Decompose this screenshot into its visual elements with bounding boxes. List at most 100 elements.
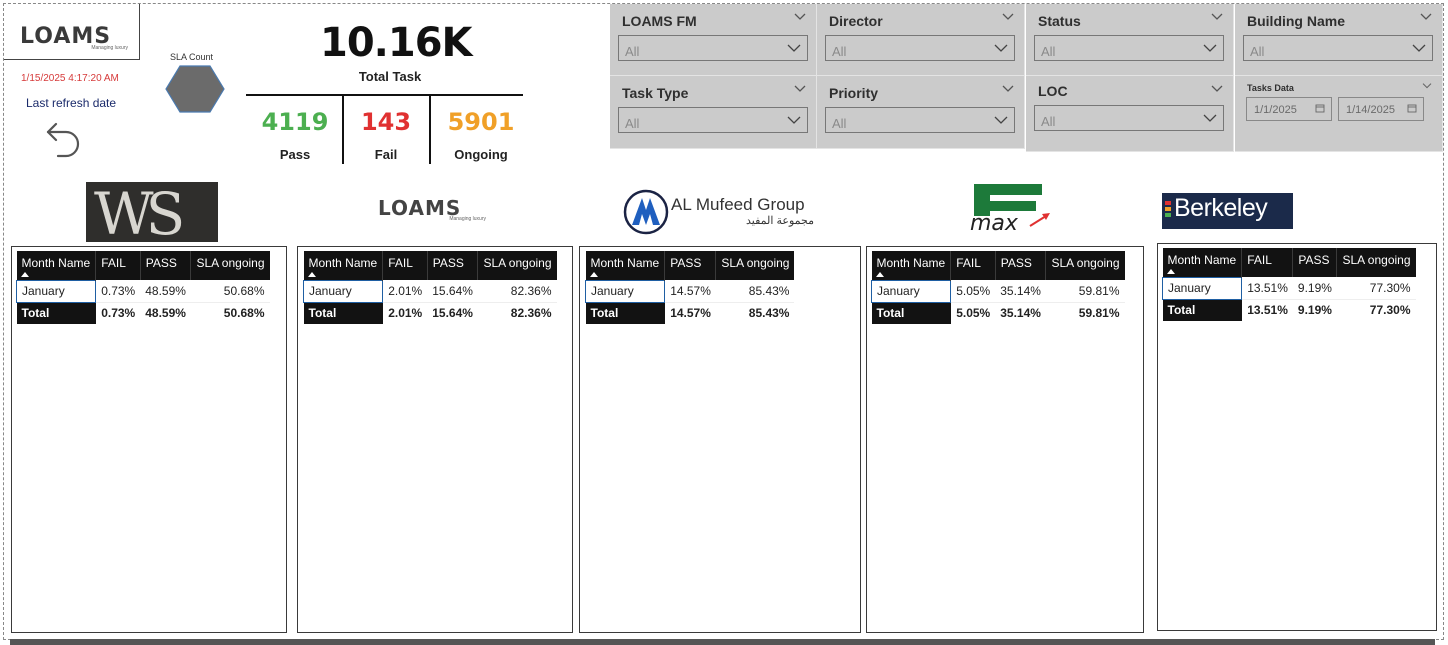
total-pass: 15.64% [432,306,473,321]
col-header-sla-ongoing[interactable]: SLA ongoing [190,251,270,280]
slicer-dropdown[interactable]: All [618,107,808,133]
slicer-dropdown[interactable]: All [825,35,1015,61]
chevron-down-icon[interactable] [1420,12,1432,22]
col-header-fail[interactable]: FAIL [1241,248,1294,277]
col-header-month[interactable]: Month Name [871,251,952,280]
slicer-task-type[interactable]: Task Type All [610,76,817,149]
col-header-month[interactable]: Month Name [303,251,384,280]
table-header-row: Month Name PASS SLA ongoing [585,251,795,280]
ongoing-count-label: Ongoing [454,147,508,162]
slicer-dropdown[interactable]: All [825,107,1015,133]
slicer-building-name[interactable]: Building Name All [1235,4,1443,76]
slicer-title: LOC [1038,83,1068,99]
col-header-fail[interactable]: FAIL [382,251,428,280]
pass-count-label: Pass [279,147,311,162]
fail-count-value: 143 [360,108,412,136]
undo-icon[interactable] [42,114,86,158]
horizontal-scrollbar[interactable] [10,639,1435,645]
chevron-down-icon [1203,114,1217,122]
date-to-input[interactable]: 1/14/2025 [1338,97,1424,121]
row-month: January [584,279,666,303]
slicer-title: Priority [829,85,879,101]
table-row: January 0.73% 48.59% 50.68% [15,279,270,303]
chevron-down-icon[interactable] [794,84,806,94]
berkeley-logo-text: Berkeley [1174,194,1268,222]
total-pass: 35.14% [1000,306,1041,321]
matrix-table: Month Name FAIL PASS SLA ongoing January… [15,251,270,324]
slicer-dropdown[interactable]: All [618,35,808,61]
chevron-down-icon[interactable] [1211,12,1223,22]
calendar-icon[interactable] [1315,103,1325,113]
slicer-priority[interactable]: Priority All [817,76,1025,149]
almufeed-emblem-icon [623,189,669,235]
col-header-fail[interactable]: FAIL [95,251,141,280]
chevron-down-icon[interactable] [1002,12,1014,22]
fail-count-label: Fail [374,147,398,162]
slicer-director[interactable]: Director All [817,4,1025,76]
slicer-title: Building Name [1247,13,1346,29]
table-header-row: Month Name FAIL PASS SLA ongoing [871,251,1125,280]
berkeley-logo: Berkeley [1162,193,1293,229]
chevron-down-icon [994,44,1008,52]
col-header-pass[interactable]: PASS [664,251,717,280]
row-month: January [1161,276,1243,300]
col-header-pass[interactable]: PASS [140,251,192,280]
col-header-sla-ongoing[interactable]: SLA ongoing [477,251,557,280]
slicer-status[interactable]: Status All [1026,4,1234,76]
pass-count-value: 4119 [261,108,329,136]
chevron-down-icon[interactable] [1211,84,1223,94]
col-header-sla-ongoing[interactable]: SLA ongoing [715,251,795,280]
row-sla-ongoing: 82.36% [477,280,557,303]
slicer-tasks-data[interactable]: Tasks Data 1/1/2025 1/14/2025 [1235,76,1443,152]
col-header-pass[interactable]: PASS [1292,248,1338,277]
slicer-title: Director [829,13,883,29]
slicer-title: Task Type [622,85,689,101]
row-month: January [870,279,952,303]
table-total-row: Total 5.05% 35.14% 59.81% [871,302,1125,324]
total-fail: 2.01% [388,306,423,321]
total-sla-ongoing: 59.81% [1078,306,1120,321]
col-header-pass[interactable]: PASS [427,251,479,280]
row-sla-ongoing: 59.81% [1045,280,1125,303]
slicer-dropdown[interactable]: All [1243,35,1433,61]
table-total-row: Total 13.51% 9.19% 77.30% [1162,299,1416,321]
chevron-down-icon [994,116,1008,124]
col-header-sla-ongoing[interactable]: SLA ongoing [1045,251,1125,280]
berkeley-logo-stripe [1165,207,1171,211]
total-fail: 5.05% [956,306,991,321]
row-fail: 5.05% [950,280,996,303]
loams-logo: LOAMS Managing luxury [4,4,140,60]
slicer-value: All [1041,114,1056,129]
row-pass: 15.64% [427,280,478,303]
slicer-value: All [1041,44,1056,59]
total-label: Total [303,302,383,324]
col-header-sla-ongoing[interactable]: SLA ongoing [1336,248,1416,277]
slicer-loc[interactable]: LOC All [1026,76,1234,152]
slicer-loams-fm[interactable]: LOAMS FM All [610,4,817,76]
table-total-row: Total 14.57% 85.43% [585,302,795,324]
col-header-month[interactable]: Month Name [1162,248,1243,277]
table-row: January 13.51% 9.19% 77.30% [1161,276,1416,300]
slicer-dropdown[interactable]: All [1034,105,1224,131]
chevron-down-icon[interactable] [1422,82,1432,90]
date-from-value: 1/1/2025 [1254,104,1297,116]
total-sla-ongoing: 77.30% [1369,303,1411,318]
col-header-fail[interactable]: FAIL [950,251,996,280]
ws-logo-text: WS [94,180,185,248]
col-header-month[interactable]: Month Name [585,251,666,280]
date-from-input[interactable]: 1/1/2025 [1246,97,1332,121]
almufeed-logo: AL Mufeed Group مجموعة المفيد [622,186,822,238]
col-header-pass[interactable]: PASS [995,251,1047,280]
calendar-icon[interactable] [1407,103,1417,113]
slicer-title: LOAMS FM [622,13,697,29]
almufeed-logo-arabic: مجموعة المفيد [746,215,814,227]
total-fail: 13.51% [1247,303,1288,318]
chevron-down-icon[interactable] [794,12,806,22]
chevron-down-icon[interactable] [1002,84,1014,94]
slicer-dropdown[interactable]: All [1034,35,1224,61]
emax-logo-text: max [970,211,1018,236]
matrix-table: Month Name FAIL PASS SLA ongoing January… [870,251,1125,324]
col-header-month[interactable]: Month Name [16,251,97,280]
row-pass: 14.57% [664,280,716,303]
total-label: Total [16,302,96,324]
